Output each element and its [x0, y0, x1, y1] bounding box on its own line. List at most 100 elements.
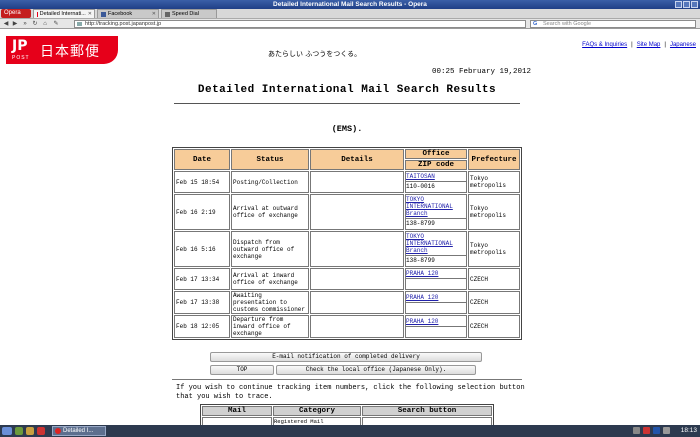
speed-dial-icon — [165, 11, 170, 17]
key-icon[interactable]: ✎ — [52, 20, 60, 28]
zip-code: 110-0016 — [406, 183, 435, 190]
tab-label: Speed Dial — [172, 11, 199, 17]
tab-tracking[interactable]: Detailed Internati... ✕ — [33, 9, 95, 18]
office-cell: PRAHA 120 — [405, 315, 467, 338]
japan-post-logo[interactable]: JP 日本郵便 POST — [6, 36, 118, 64]
zip-code — [406, 303, 466, 313]
tab-close-icon[interactable]: ✕ — [88, 10, 92, 18]
faq-link[interactable]: FAQs & Inquiries — [582, 42, 627, 48]
service-type: (EMS). — [331, 124, 363, 134]
taskbar-item-opera[interactable]: Detailed I... — [52, 426, 106, 436]
zip-code: 138-8799 — [406, 220, 435, 227]
tab-label: Detailed Internati... — [39, 11, 86, 17]
japanese-link[interactable]: Japanese — [670, 42, 696, 48]
launcher-icon[interactable] — [15, 427, 23, 435]
table-cell: Registered Mail — [273, 417, 361, 425]
status-cell: Arrival at inward office of exchange — [231, 268, 309, 290]
table-row: Feb 16 5:16 Dispatch from outward office … — [174, 231, 520, 267]
selection-table: Mail Category Search button Registered M… — [200, 404, 494, 425]
office-link[interactable]: TOKYO INTERNATIONAL Branch — [406, 196, 453, 217]
local-office-button[interactable]: Check the local office (Japanese Only). — [276, 365, 476, 375]
details-cell — [310, 268, 404, 290]
table-cell — [362, 417, 492, 425]
email-notification-button[interactable]: E-mail notification of completed deliver… — [210, 352, 482, 362]
maximize-button[interactable] — [683, 1, 690, 8]
reload-icon[interactable]: ↻ — [31, 20, 39, 28]
prefecture-cell: CZECH — [468, 268, 520, 290]
clock: 18:13 — [680, 427, 697, 434]
opera-tray-icon[interactable] — [643, 427, 650, 434]
office-cell: TAITOSAN 110-0016 — [405, 171, 467, 193]
tab-label: Facebook — [108, 11, 133, 17]
url-text: http://tracking.post.japanpost.jp — [85, 21, 162, 27]
table-cell — [202, 417, 272, 425]
close-button[interactable] — [691, 1, 698, 8]
tracking-table: Date Status Details Office Prefecture ZI… — [172, 147, 522, 340]
tab-facebook[interactable]: Facebook ✕ — [97, 9, 159, 18]
back-icon[interactable]: ◀ — [2, 20, 10, 28]
home-icon[interactable]: ⌂ — [41, 20, 49, 28]
details-cell — [310, 171, 404, 193]
date-cell: Feb 15 18:54 — [174, 171, 230, 193]
office-link[interactable]: TOKYO INTERNATIONAL Branch — [406, 233, 453, 254]
office-cell: TOKYO INTERNATIONAL Branch 138-8799 — [405, 194, 467, 230]
col-search-button: Search button — [362, 406, 492, 416]
search-placeholder: Search with Google — [543, 21, 591, 27]
window-titlebar: Detailed International Mail Search Resul… — [0, 0, 700, 9]
top-button[interactable]: TOP — [210, 365, 274, 375]
date-cell: Feb 16 5:16 — [174, 231, 230, 267]
date-cell: Feb 17 13:38 — [174, 291, 230, 314]
window-controls — [675, 1, 698, 8]
search-input[interactable]: G Search with Google — [530, 20, 696, 28]
timestamp: 00:25 February 19,2012 — [432, 68, 532, 76]
col-office: Office — [405, 149, 467, 159]
facebook-icon — [101, 11, 106, 17]
address-input[interactable]: http://tracking.post.japanpost.jp — [74, 20, 526, 28]
details-cell — [310, 315, 404, 338]
prefecture-cell: Tokyo metropolis — [468, 231, 520, 267]
logo-mark: JP — [12, 38, 28, 54]
opera-label: Opera — [4, 10, 21, 16]
fast-forward-icon[interactable]: » — [21, 20, 29, 28]
task-label: Detailed I... — [63, 428, 94, 434]
folder-icon[interactable] — [26, 427, 34, 435]
status-cell: Dispatch from outward office of exchange — [231, 231, 309, 267]
table-row: Feb 18 12:05 Departure from inward office… — [174, 315, 520, 338]
minimize-button[interactable] — [675, 1, 682, 8]
logo-name: 日本郵便 — [40, 44, 100, 60]
local-office-label: Check the local office (Japanese Only). — [305, 366, 447, 373]
sitemap-link[interactable]: Site Map — [637, 42, 661, 48]
system-tray — [633, 427, 670, 434]
col-date: Date — [174, 149, 230, 170]
office-link[interactable]: PRAHA 120 — [406, 270, 438, 277]
date-cell: Feb 17 13:34 — [174, 268, 230, 290]
office-link[interactable]: PRAHA 120 — [406, 318, 438, 325]
opera-menu-button[interactable]: Opera — [1, 9, 31, 18]
top-links: FAQs & Inquiries | Site Map | Japanese — [582, 42, 696, 48]
start-menu-icon[interactable] — [2, 427, 12, 435]
status-cell: Posting/Collection — [231, 171, 309, 193]
opera-icon[interactable] — [37, 427, 45, 435]
status-cell: Arrival at outward office of exchange — [231, 194, 309, 230]
page-content: JP 日本郵便 POST あたらしい ふつうをつくる。 FAQs & Inqui… — [0, 30, 700, 425]
table-row: Feb 17 13:38 Awaiting presentation to cus… — [174, 291, 520, 314]
google-icon: G — [533, 21, 538, 27]
volume-icon[interactable] — [663, 427, 670, 434]
tab-bar: Opera Detailed Internati... ✕ Facebook ✕… — [0, 9, 700, 19]
email-notification-label: E-mail notification of completed deliver… — [272, 353, 420, 360]
network-icon[interactable] — [633, 427, 640, 434]
forward-icon[interactable]: ▶ — [11, 20, 19, 28]
tab-speed-dial[interactable]: Speed Dial — [161, 9, 217, 18]
favicon-icon — [37, 11, 38, 17]
tab-close-icon[interactable]: ✕ — [152, 10, 156, 18]
status-cell: Awaiting presentation to customs commiss… — [231, 291, 309, 314]
flag-icon[interactable] — [653, 427, 660, 434]
date-cell: Feb 16 2:19 — [174, 194, 230, 230]
opera-icon — [55, 428, 61, 434]
top-label: TOP — [236, 366, 248, 373]
office-cell: PRAHA 120 — [405, 268, 467, 290]
office-cell: PRAHA 120 — [405, 291, 467, 314]
office-link[interactable]: PRAHA 120 — [406, 294, 438, 301]
office-link[interactable]: TAITOSAN — [406, 173, 435, 180]
col-mail: Mail — [202, 406, 272, 416]
